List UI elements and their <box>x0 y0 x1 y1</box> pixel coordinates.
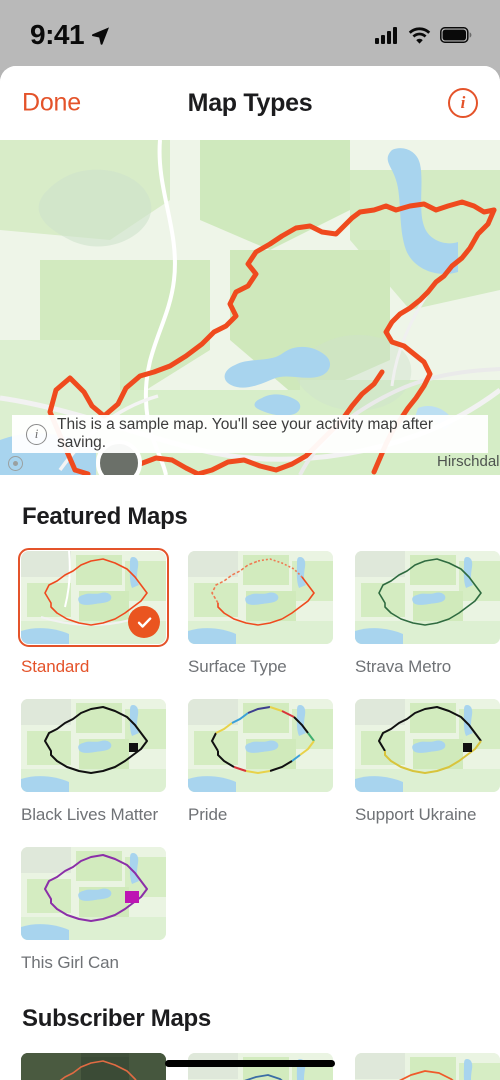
map-thumbnail-pride <box>188 699 333 792</box>
map-tile-label: This Girl Can <box>21 953 119 972</box>
sample-map-banner: i This is a sample map. You'll see your … <box>12 415 488 453</box>
map-tile-support-ukraine[interactable]: Support Ukraine <box>355 699 500 825</box>
map-thumbnail-support-ukraine <box>355 699 500 792</box>
map-types-content: Featured Maps Standard Surface Type Stra… <box>0 475 500 1080</box>
map-thumbnail-strava-metro <box>355 551 500 644</box>
map-tile-pride[interactable]: Pride <box>188 699 333 825</box>
location-arrow-icon <box>92 26 110 45</box>
cellular-signal-icon <box>375 26 397 44</box>
navigation-bar: Done Map Types i <box>0 66 500 140</box>
section-title-featured: Featured Maps <box>22 503 188 530</box>
home-indicator <box>165 1060 335 1067</box>
check-icon <box>137 616 151 628</box>
map-thumbnail-satellite <box>21 1053 166 1080</box>
map-tile-label: Surface Type <box>188 657 287 676</box>
status-bar-right <box>375 26 472 44</box>
map-tile-black-lives-matter[interactable]: Black Lives Matter <box>21 699 166 825</box>
banner-text: This is a sample map. You'll see your ac… <box>57 416 433 451</box>
map-tile-label: Support Ukraine <box>355 805 477 824</box>
map-tile-strava-metro[interactable]: Strava Metro <box>355 551 500 677</box>
selected-check-badge <box>128 606 160 638</box>
section-title-subscriber: Subscriber Maps <box>22 1005 211 1032</box>
status-bar: 9:41 <box>0 0 500 70</box>
map-thumbnail-surface-type <box>188 551 333 644</box>
status-bar-left: 9:41 <box>30 19 110 51</box>
map-thumbnail-standard <box>17 547 170 648</box>
map-tile-this-girl-can[interactable]: This Girl Can <box>21 847 166 973</box>
done-button[interactable]: Done <box>22 89 81 118</box>
map-tile-standard[interactable]: Standard <box>17 547 170 677</box>
map-thumbnail-black-lives-matter <box>21 699 166 792</box>
map-tile-label: Standard <box>21 657 90 676</box>
map-tile-satellite[interactable] <box>21 1053 166 1080</box>
info-button[interactable]: i <box>448 88 478 118</box>
info-circle-icon: i <box>26 423 47 445</box>
map-types-sheet: Done Map Types i Hirschdal i This is a s… <box>0 66 500 1080</box>
map-tile-label: Strava Metro <box>355 657 452 676</box>
map-thumbnail-subscriber-orange <box>355 1053 500 1080</box>
wifi-icon <box>408 26 431 44</box>
map-tile-subscriber-orange[interactable] <box>355 1053 500 1080</box>
map-tile-label: Black Lives Matter <box>21 805 159 824</box>
compass-icon[interactable] <box>8 456 23 471</box>
battery-full-icon <box>440 27 472 43</box>
sample-map-preview[interactable]: TAHOE DONNER Hirschdale GLENSHIRE- DEVON… <box>0 140 500 475</box>
status-time: 9:41 <box>30 19 85 50</box>
page-title: Map Types <box>187 88 313 117</box>
map-thumbnail-this-girl-can <box>21 847 166 940</box>
featured-maps-grid: Standard Surface Type Strava Metro Black… <box>0 547 500 973</box>
map-tile-surface-type[interactable]: Surface Type <box>188 551 333 677</box>
map-tile-label: Pride <box>188 805 228 824</box>
